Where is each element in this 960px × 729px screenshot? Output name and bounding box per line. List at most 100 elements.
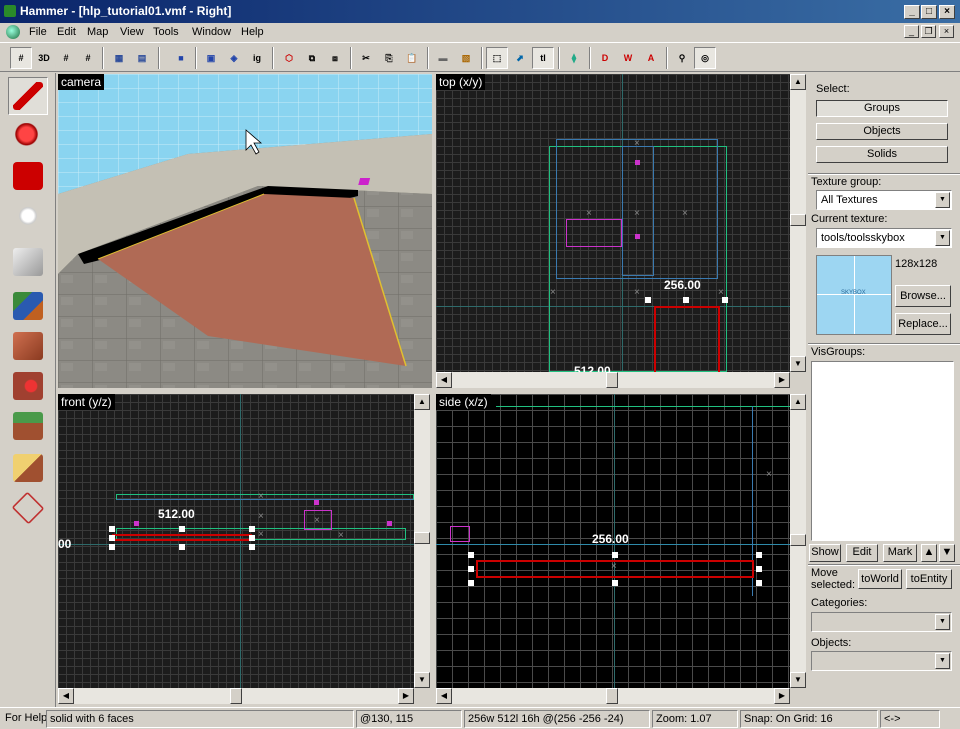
front-view-label[interactable]: front (y/z) [58, 394, 115, 410]
menu-edit[interactable]: Edit [54, 25, 79, 39]
run-map-icon[interactable]: ⧫ [563, 47, 585, 69]
side-view-vscroll[interactable]: ▲ ▼ [790, 394, 806, 688]
smaller-grid-icon[interactable]: # [55, 47, 77, 69]
hide-unselected-icon[interactable]: ◈ [223, 47, 245, 69]
status-zoom: Zoom: 1.07 [652, 710, 738, 728]
top-view-hscroll[interactable]: ◀ ▶ [436, 372, 790, 388]
magnify-icon[interactable] [8, 118, 48, 156]
chevron-down-icon[interactable]: ▼ [935, 653, 950, 669]
menu-window[interactable]: Window [189, 25, 234, 39]
entity-tool-icon[interactable] [8, 201, 48, 239]
larger-grid-icon[interactable]: # [77, 47, 99, 69]
top-view-label[interactable]: top (x/y) [436, 74, 486, 90]
chevron-down-icon[interactable]: ▼ [935, 614, 950, 630]
side-view-label[interactable]: side (x/z) [436, 394, 491, 410]
select-solids-button[interactable]: Solids [816, 146, 948, 163]
visgroup-mark-button[interactable]: Mark [883, 544, 917, 562]
menu-view[interactable]: View [117, 25, 147, 39]
select-by-handles-icon[interactable]: ⬚ [486, 47, 508, 69]
front-view-vscroll[interactable]: ▲ ▼ [414, 394, 430, 688]
ignore-groups-icon[interactable]: ig [246, 47, 268, 69]
entity-report-icon[interactable]: ◎ [694, 47, 716, 69]
flip-vertical-icon[interactable]: ⧈ [324, 47, 346, 69]
camera-tool-icon[interactable] [8, 157, 48, 195]
top-viewport[interactable]: top (x/y) × × × × × × × 256.00 512.00 [436, 74, 790, 372]
group-icon[interactable]: ▤ [131, 47, 153, 69]
top-view-vscroll[interactable]: ▲ ▼ [790, 74, 806, 372]
3d-grid-icon[interactable]: 3D [33, 47, 55, 69]
hide-displacements-icon[interactable]: D [594, 47, 616, 69]
paste-icon[interactable]: 📋 [401, 47, 423, 69]
close-button[interactable]: × [939, 5, 955, 19]
current-texture-select[interactable]: tools/toolsskybox ▼ [816, 228, 952, 248]
hide-selected-icon[interactable]: ▣ [200, 47, 222, 69]
hammer-app-icon [4, 5, 16, 17]
selection-tool-icon[interactable] [8, 77, 48, 115]
texture-application-icon[interactable] [8, 287, 48, 325]
chevron-down-icon[interactable]: ▼ [935, 192, 950, 208]
copy-icon[interactable]: ⎘ [378, 47, 400, 69]
menu-bar: File Edit Map View Tools Window Help [0, 23, 960, 42]
maximize-button[interactable]: □ [921, 5, 937, 19]
mdi-restore-button[interactable]: ❐ [921, 25, 936, 38]
texture-mode-icon[interactable]: ▬ [432, 47, 454, 69]
side-view-hscroll[interactable]: ◀ ▶ [436, 688, 790, 704]
categories-select[interactable]: ▼ [811, 612, 952, 632]
select-label: Select: [816, 83, 850, 95]
texture-lock-button[interactable]: tl [532, 47, 554, 69]
camera-viewport[interactable]: camera [58, 74, 432, 388]
hide-alpha-icon[interactable]: A [640, 47, 662, 69]
texture-group-value: All Textures [821, 194, 878, 206]
select-objects-button[interactable]: Objects [816, 123, 948, 140]
arrow-down-icon[interactable]: ▼ [939, 544, 955, 562]
nodraw-icon[interactable]: ⚲ [671, 47, 693, 69]
grid-toggle-icon[interactable]: # [10, 47, 32, 69]
flip-horizontal-icon[interactable]: ⧉ [301, 47, 323, 69]
select-groups-button[interactable]: Groups [816, 100, 948, 117]
arrow-up-icon[interactable]: ▲ [921, 544, 937, 562]
camera-view-label[interactable]: camera [58, 74, 105, 90]
visgroup-show-button[interactable]: Show [809, 544, 841, 562]
objects-select[interactable]: ▼ [811, 651, 952, 671]
chevron-down-icon[interactable]: ▼ [935, 230, 950, 246]
menu-map[interactable]: Map [84, 25, 111, 39]
side-viewport[interactable]: side (x/z) × × 256.00 [436, 394, 790, 688]
cordon-icon[interactable]: ⬡ [278, 47, 300, 69]
apply-decal-icon[interactable] [8, 327, 48, 365]
menu-tools[interactable]: Tools [150, 25, 182, 39]
side-width-dimension: 256.00 [592, 532, 629, 546]
carve-icon[interactable]: ▦ [108, 47, 130, 69]
objects-label: Objects: [811, 637, 852, 649]
path-tool-icon[interactable] [8, 489, 48, 527]
status-bar: For Help solid with 6 faces @130, 115 25… [0, 707, 960, 729]
mdi-close-button[interactable]: × [939, 25, 954, 38]
front-view-hscroll[interactable]: ◀ ▶ [58, 688, 414, 704]
browse-button[interactable]: Browse... [895, 285, 951, 307]
mdi-minimize-button[interactable]: _ [904, 25, 919, 38]
vertex-tool-icon[interactable] [8, 449, 48, 487]
front-height-dimension: 00 [58, 537, 72, 551]
visgroups-list[interactable] [811, 361, 954, 541]
to-world-button[interactable]: toWorld [858, 569, 902, 589]
main-toolbar: # 3D # # ▦ ▤ ■ ▣ ◈ ig ⬡ ⧉ ⧈ ✂ ⎘ 📋 ▬ ▧ ⬚ … [0, 42, 960, 72]
select-by-box-icon[interactable]: ⬈ [509, 47, 531, 69]
replace-button[interactable]: Replace... [895, 313, 951, 335]
minimize-button[interactable]: _ [904, 5, 920, 19]
hide-walk-icon[interactable]: W [617, 47, 639, 69]
front-viewport[interactable]: front (y/z) × × × × × 512.00 00 [58, 394, 414, 688]
tie-to-entity-icon[interactable]: ■ [170, 47, 192, 69]
visgroup-edit-button[interactable]: Edit [846, 544, 878, 562]
cut-icon[interactable]: ✂ [355, 47, 377, 69]
menu-file[interactable]: File [26, 25, 50, 39]
texture-group-select[interactable]: All Textures ▼ [816, 190, 952, 210]
current-texture-label: Current texture: [811, 213, 888, 225]
block-tool-icon[interactable] [8, 243, 48, 281]
status-size: 256w 512l 16h @(256 -256 -24) [464, 710, 650, 728]
overlay-icon[interactable] [8, 367, 48, 405]
clipping-tool-icon[interactable] [8, 407, 48, 445]
document-globe-icon[interactable] [6, 25, 20, 39]
to-entity-button[interactable]: toEntity [906, 569, 952, 589]
texture-application-toggle-icon[interactable]: ▧ [455, 47, 477, 69]
menu-help[interactable]: Help [238, 25, 267, 39]
texture-preview: SKYBOX [816, 255, 892, 335]
